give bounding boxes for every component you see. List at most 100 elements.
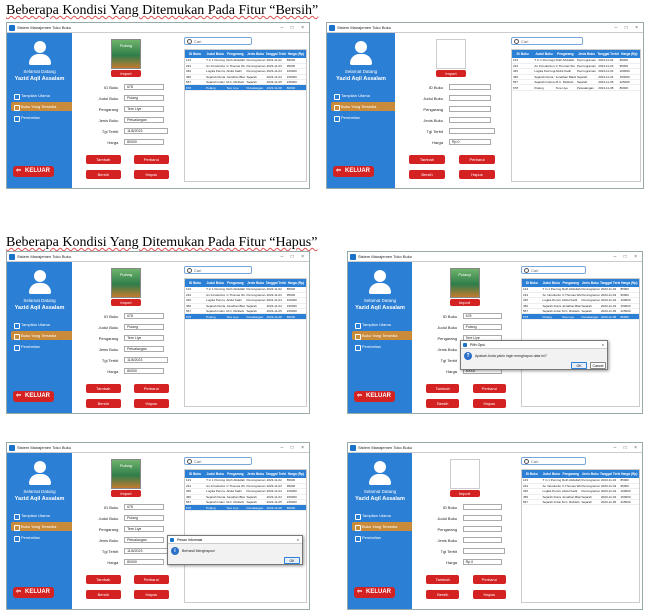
sidebar-item-books[interactable]: Buku Yang Tersedia bbox=[11, 522, 72, 531]
input-judul[interactable]: Pulang bbox=[124, 515, 165, 521]
import-button[interactable]: Import bbox=[111, 490, 141, 497]
window-controls[interactable]: – □ × bbox=[615, 25, 642, 31]
column-header[interactable]: Tanggal Terbit bbox=[265, 470, 286, 478]
column-header[interactable]: Pengarang bbox=[561, 279, 581, 287]
input-harga[interactable]: 80000 bbox=[124, 559, 165, 565]
input-jenis[interactable] bbox=[449, 117, 491, 123]
search-input[interactable]: Cari bbox=[184, 457, 252, 465]
column-header[interactable]: Tanggal Terbit bbox=[597, 50, 619, 58]
column-header[interactable]: Harga (Rp) bbox=[285, 279, 306, 287]
input-harga[interactable]: Rp.0 bbox=[462, 559, 502, 565]
logout-button[interactable]: KELUAR bbox=[13, 166, 54, 177]
clear-button[interactable]: Bersih bbox=[426, 399, 460, 408]
column-header[interactable]: Tanggal Terbit bbox=[265, 279, 286, 287]
column-header[interactable]: Tanggal Terbit bbox=[600, 470, 620, 478]
search-input[interactable]: Cari bbox=[511, 37, 583, 45]
input-judul[interactable]: Pulang bbox=[462, 324, 502, 330]
window-controls[interactable]: – □ × bbox=[614, 445, 641, 451]
input-harga[interactable]: 80000 bbox=[124, 139, 165, 145]
window-controls[interactable]: – □ × bbox=[614, 254, 641, 260]
input-id[interactable] bbox=[462, 504, 502, 510]
add-button[interactable]: Tambah bbox=[426, 575, 460, 584]
input-id[interactable]: 678 bbox=[462, 313, 502, 319]
sidebar-item-purchase[interactable]: Pembelian bbox=[352, 533, 412, 542]
column-header[interactable]: Judul Buku bbox=[541, 470, 561, 478]
input-id[interactable]: 678 bbox=[124, 84, 165, 90]
sidebar-item-home[interactable]: Tampilan Utama bbox=[331, 91, 395, 100]
column-header[interactable]: ID Buku bbox=[185, 50, 206, 58]
clear-button[interactable]: Bersih bbox=[86, 399, 121, 408]
sidebar-item-books[interactable]: Buku Yang Tersedia bbox=[352, 522, 412, 531]
column-header[interactable]: Pengarang bbox=[225, 470, 246, 478]
update-button[interactable]: Perbarui bbox=[134, 384, 169, 393]
import-button[interactable]: Import bbox=[449, 490, 480, 497]
input-harga[interactable]: Rp.0 bbox=[449, 139, 491, 145]
column-header[interactable]: Tanggal Terbit bbox=[600, 279, 620, 287]
logout-button[interactable]: KELUAR bbox=[13, 391, 54, 402]
sidebar-item-home[interactable]: Tampilan Utama bbox=[352, 511, 412, 520]
sidebar-item-home[interactable]: Tampilan Utama bbox=[352, 320, 412, 329]
column-header[interactable]: Pengarang bbox=[225, 50, 246, 58]
column-header[interactable]: Judul Buku bbox=[205, 50, 226, 58]
ok-button[interactable]: OK bbox=[284, 557, 300, 564]
logout-button[interactable]: KELUAR bbox=[354, 587, 395, 598]
column-header[interactable]: Judul Buku bbox=[533, 50, 555, 58]
input-judul[interactable] bbox=[462, 515, 502, 521]
close-icon[interactable]: × bbox=[297, 536, 299, 544]
column-header[interactable]: Harga (Rp) bbox=[619, 279, 639, 287]
delete-button[interactable]: Hapus bbox=[134, 399, 169, 408]
column-header[interactable]: ID Buku bbox=[522, 470, 542, 478]
delete-button[interactable]: Hapus bbox=[134, 170, 169, 179]
input-tgl[interactable] bbox=[462, 548, 506, 554]
input-id[interactable]: 678 bbox=[124, 504, 165, 510]
delete-button[interactable]: Hapus bbox=[459, 170, 495, 179]
search-input[interactable]: Cari bbox=[184, 37, 252, 45]
input-pengarang[interactable]: Tere Liye bbox=[124, 106, 165, 112]
sidebar-item-books[interactable]: Buku Yang Tersedia bbox=[11, 102, 72, 111]
input-id[interactable]: 678 bbox=[124, 313, 165, 319]
input-pengarang[interactable] bbox=[462, 526, 502, 532]
column-header[interactable]: Jenis Buku bbox=[575, 50, 598, 58]
input-judul[interactable] bbox=[449, 95, 491, 101]
delete-button[interactable]: Hapus bbox=[472, 590, 506, 599]
sidebar-item-home[interactable]: Tampilan Utama bbox=[11, 91, 72, 100]
column-header[interactable]: ID Buku bbox=[522, 279, 542, 287]
search-input[interactable]: Cari bbox=[521, 266, 587, 274]
input-jenis[interactable]: Petualangan bbox=[124, 117, 165, 123]
sidebar-item-purchase[interactable]: Pembelian bbox=[11, 533, 72, 542]
clear-button[interactable]: Bersih bbox=[86, 170, 121, 179]
column-header[interactable]: ID Buku bbox=[185, 470, 206, 478]
column-header[interactable]: Jenis Buku bbox=[580, 279, 600, 287]
input-tgl[interactable]: 11/8/2023 bbox=[124, 548, 169, 554]
input-jenis[interactable] bbox=[462, 537, 502, 543]
sidebar-item-purchase[interactable]: Pembelian bbox=[352, 342, 412, 351]
input-jenis[interactable]: Petualangan bbox=[124, 346, 165, 352]
update-button[interactable]: Perbarui bbox=[134, 575, 169, 584]
sidebar-item-purchase[interactable]: Pembelian bbox=[331, 113, 395, 122]
update-button[interactable]: Perbarui bbox=[459, 155, 495, 164]
delete-button[interactable]: Hapus bbox=[134, 590, 169, 599]
column-header[interactable]: ID Buku bbox=[512, 50, 534, 58]
ok-button[interactable]: OK bbox=[571, 362, 587, 369]
table-row[interactable]: 678 Pulang Tere Liye Petualangan 2023-11-08 8… bbox=[522, 313, 639, 320]
input-harga[interactable]: 80000 bbox=[124, 368, 165, 374]
close-icon[interactable]: × bbox=[602, 341, 604, 349]
clear-button[interactable]: Bersih bbox=[426, 590, 460, 599]
input-tgl[interactable]: 11/8/2023 bbox=[124, 357, 169, 363]
column-header[interactable]: Harga (Rp) bbox=[619, 470, 639, 478]
sidebar-item-purchase[interactable]: Pembelian bbox=[11, 113, 72, 122]
column-header[interactable]: Pengarang bbox=[554, 50, 576, 58]
input-tgl[interactable] bbox=[449, 128, 495, 134]
column-header[interactable]: Judul Buku bbox=[205, 279, 226, 287]
sidebar-item-home[interactable]: Tampilan Utama bbox=[11, 511, 72, 520]
update-button[interactable]: Perbarui bbox=[134, 155, 169, 164]
add-button[interactable]: Tambah bbox=[86, 575, 121, 584]
input-judul[interactable]: Pulang bbox=[124, 95, 165, 101]
window-controls[interactable]: – □ × bbox=[281, 445, 308, 451]
add-button[interactable]: Tambah bbox=[426, 384, 460, 393]
import-button[interactable]: Import bbox=[436, 70, 466, 77]
column-header[interactable]: ID Buku bbox=[185, 279, 206, 287]
sidebar-item-books[interactable]: Buku Yang Tersedia bbox=[331, 102, 395, 111]
table-row[interactable]: 678 Pulang Tere Liye Petualangan 2023-11-08 8… bbox=[185, 313, 306, 320]
window-controls[interactable]: – □ × bbox=[281, 25, 308, 31]
